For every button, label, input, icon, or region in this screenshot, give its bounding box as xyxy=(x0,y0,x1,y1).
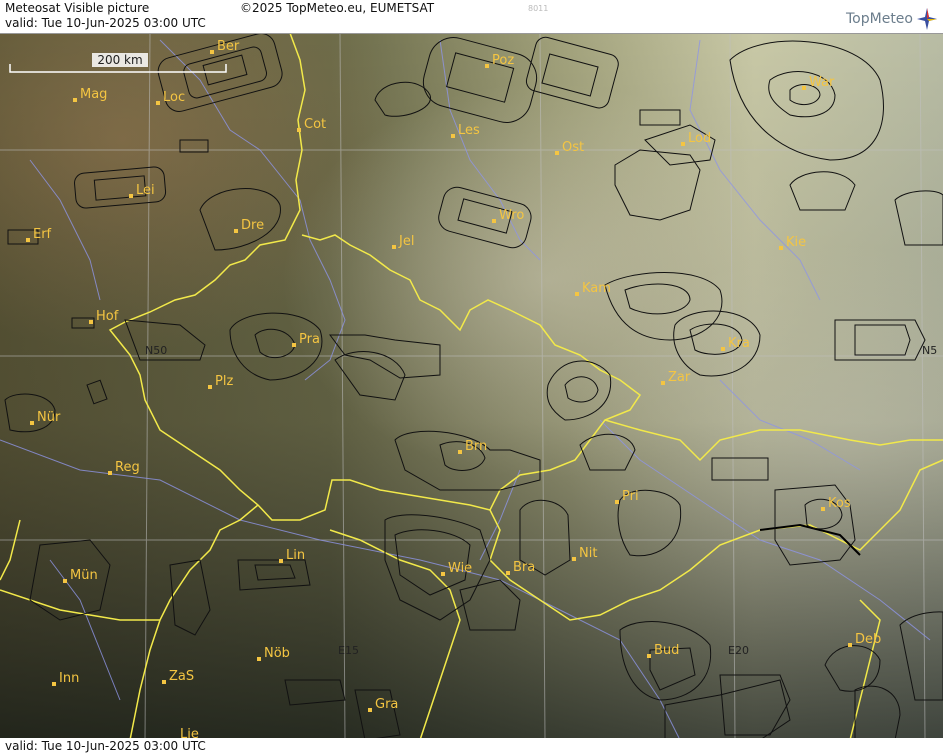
city-label: Ost xyxy=(562,140,584,155)
city-dot xyxy=(129,194,133,198)
city-dot xyxy=(30,421,34,425)
city-dot xyxy=(572,557,576,561)
city-label: Kie xyxy=(786,235,806,250)
city-label: Mag xyxy=(80,87,107,102)
city-dot xyxy=(26,238,30,242)
city-dot xyxy=(451,134,455,138)
city-dot xyxy=(73,98,77,102)
valid-time: valid: Tue 10-Jun-2025 03:00 UTC xyxy=(5,16,206,30)
city-label: Jel xyxy=(398,234,414,249)
lon-label-e20: E20 xyxy=(728,644,749,657)
city-label: Pri xyxy=(622,489,639,504)
city-label: Plz xyxy=(215,374,233,389)
city-dot xyxy=(297,128,301,132)
city-dot xyxy=(208,385,212,389)
city-dot xyxy=(721,347,725,351)
city-label: Mün xyxy=(70,568,98,583)
city-label: War xyxy=(809,75,835,90)
city-dot xyxy=(392,245,396,249)
city-dot xyxy=(802,86,806,90)
footer-valid-time: valid: Tue 10-Jun-2025 03:00 UTC xyxy=(5,739,206,753)
city-dot xyxy=(292,343,296,347)
city-dot xyxy=(257,657,261,661)
city-label: Loc xyxy=(163,90,185,105)
city-label: ZaS xyxy=(169,669,194,684)
header-bar: Meteosat Visible picture valid: Tue 10-J… xyxy=(0,0,943,34)
topmeteo-logo: TopMeteo xyxy=(846,8,937,30)
city-dot xyxy=(441,572,445,576)
city-dot xyxy=(848,643,852,647)
city-label: Nöb xyxy=(264,646,290,661)
city-label: Brn xyxy=(465,439,487,454)
lat-label-n50: N50 xyxy=(145,344,167,357)
city-dot xyxy=(368,708,372,712)
scale-label: 200 km xyxy=(97,53,142,67)
city-label: Kam xyxy=(582,281,611,296)
city-dot xyxy=(506,571,510,575)
city-label: Inn xyxy=(59,671,79,686)
city-dot xyxy=(485,64,489,68)
city-dot xyxy=(234,229,238,233)
city-label: Lei xyxy=(136,183,155,198)
satellite-map[interactable]: 200 km N50 N5 E15 E20 Ber Poz War Mag Loc Cot… xyxy=(0,33,943,740)
city-dot xyxy=(162,680,166,684)
city-dot xyxy=(63,579,67,583)
city-label: Dre xyxy=(241,218,264,233)
city-dot xyxy=(575,292,579,296)
city-label: Les xyxy=(458,123,480,138)
city-label: Zar xyxy=(668,370,691,385)
city-label: Gra xyxy=(375,697,398,712)
city-label: Ber xyxy=(217,39,240,54)
image-code: 8011 xyxy=(528,4,549,13)
city-dot xyxy=(89,320,93,324)
logo-text: TopMeteo xyxy=(846,11,913,27)
city-dot xyxy=(779,246,783,250)
city-label: Deb xyxy=(855,632,881,647)
city-label: Reg xyxy=(115,460,140,475)
lon-label-e15: E15 xyxy=(338,644,359,657)
city-label: Bra xyxy=(513,560,535,575)
city-label: Kra xyxy=(728,336,750,351)
footer-bar: valid: Tue 10-Jun-2025 03:00 UTC xyxy=(0,738,943,754)
lat-label-n5: N5 xyxy=(922,344,937,357)
city-label: Hof xyxy=(96,309,119,324)
city-label: Bud xyxy=(654,643,679,658)
city-dot xyxy=(821,507,825,511)
city-label: Poz xyxy=(492,53,514,68)
city-label: Pra xyxy=(299,332,320,347)
city-label: Nit xyxy=(579,546,597,561)
city-dot xyxy=(210,50,214,54)
city-dot xyxy=(681,142,685,146)
city-label: Wro xyxy=(499,208,524,223)
satellite-background xyxy=(0,33,943,740)
city-label: Kos xyxy=(828,496,851,511)
city-dot xyxy=(647,654,651,658)
city-label: Lin xyxy=(286,548,305,563)
city-dot xyxy=(555,151,559,155)
city-label: Lod xyxy=(688,131,711,146)
city-dot xyxy=(156,101,160,105)
city-label: Nür xyxy=(37,410,61,425)
city-dot xyxy=(52,682,56,686)
city-label: Erf xyxy=(33,227,52,242)
map-viewer: Meteosat Visible picture valid: Tue 10-J… xyxy=(0,0,943,754)
city-label: Wie xyxy=(448,561,472,576)
city-dot xyxy=(108,471,112,475)
city-dot xyxy=(279,559,283,563)
compass-star-icon xyxy=(917,8,937,30)
city-dot xyxy=(492,219,496,223)
city-dot xyxy=(661,381,665,385)
copyright-text: ©2025 TopMeteo.eu, EUMETSAT xyxy=(240,1,435,15)
city-dot xyxy=(615,500,619,504)
city-label: Cot xyxy=(304,117,326,132)
product-title: Meteosat Visible picture xyxy=(5,1,150,15)
city-dot xyxy=(458,450,462,454)
